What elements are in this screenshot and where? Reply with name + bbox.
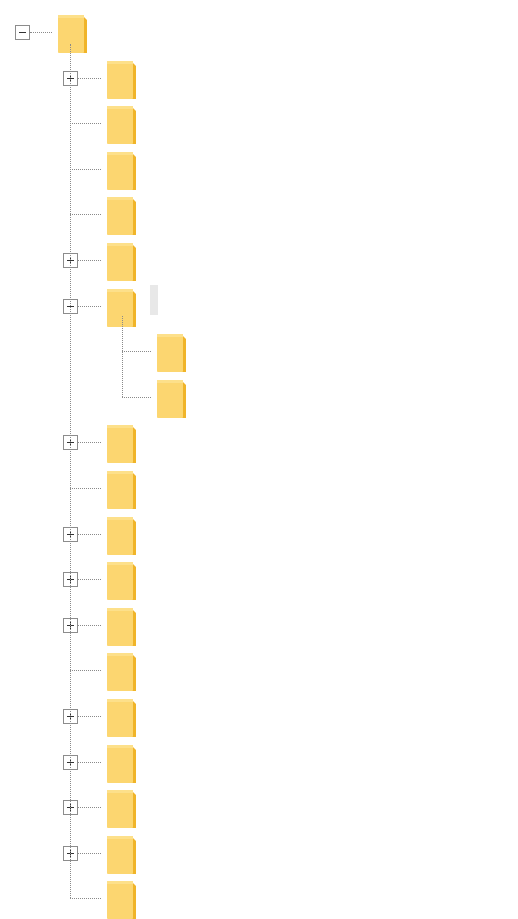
- folder-icon: [155, 376, 189, 418]
- tree-node-includes[interactable]: [0, 467, 518, 509]
- tree-node-images[interactable]: [0, 421, 518, 463]
- expand-plus-icon[interactable]: [63, 253, 78, 268]
- expand-plus-icon[interactable]: [63, 71, 78, 86]
- tree-node-cli[interactable]: [0, 193, 518, 235]
- tree-node-libraries[interactable]: [0, 604, 518, 646]
- collapse-minus-icon[interactable]: [15, 25, 30, 40]
- folder-icon: [105, 558, 139, 600]
- tree-node-label[interactable]: [150, 513, 158, 543]
- tree-node-tmp[interactable]: [0, 877, 518, 919]
- expand-plus-icon[interactable]: [63, 618, 78, 633]
- folder-icon: [105, 604, 139, 646]
- folder-tree: [0, 0, 518, 919]
- expand-plus-icon[interactable]: [63, 435, 78, 450]
- tree-node-datenschutzerklaerung[interactable]: [0, 330, 518, 372]
- tree-node-label[interactable]: [150, 741, 158, 771]
- tree-node-cache[interactable]: [0, 148, 518, 190]
- folder-icon: [105, 786, 139, 828]
- collapse-minus-icon[interactable]: [63, 299, 78, 314]
- tree-node-label[interactable]: [150, 786, 158, 816]
- folder-icon: [105, 649, 139, 691]
- folder-icon: [105, 148, 139, 190]
- folder-icon: [105, 513, 139, 555]
- folder-icon: [105, 57, 139, 99]
- tree-node-files[interactable]: [0, 285, 518, 327]
- folder-icon: [105, 193, 139, 235]
- tree-node-layouts[interactable]: [0, 558, 518, 600]
- folder-icon: [105, 741, 139, 783]
- folder-icon: [56, 11, 90, 53]
- tree-node-components[interactable]: [0, 239, 518, 281]
- tree-node-label[interactable]: [150, 148, 158, 178]
- tree-node-administrator[interactable]: [0, 57, 518, 99]
- expand-plus-icon[interactable]: [63, 755, 78, 770]
- folder-icon: [105, 285, 139, 327]
- tree-node-logs[interactable]: [0, 649, 518, 691]
- tree-node-label[interactable]: [150, 193, 158, 223]
- expand-plus-icon[interactable]: [63, 800, 78, 815]
- expand-plus-icon[interactable]: [63, 527, 78, 542]
- tree-node-label[interactable]: [150, 421, 158, 451]
- tree-node-label[interactable]: [150, 102, 158, 132]
- tree-node-bin[interactable]: [0, 102, 518, 144]
- folder-icon: [105, 467, 139, 509]
- tree-node-media[interactable]: [0, 695, 518, 737]
- tree-node-label[interactable]: [150, 467, 158, 497]
- expand-plus-icon[interactable]: [63, 846, 78, 861]
- tree-node-label[interactable]: [150, 558, 158, 588]
- tree-node-label[interactable]: [200, 330, 208, 360]
- tree-node-label[interactable]: [150, 695, 158, 725]
- tree-node-label[interactable]: [150, 877, 158, 907]
- tree-node-modules[interactable]: [0, 741, 518, 783]
- tree-node-root[interactable]: [0, 11, 518, 53]
- folder-icon: [105, 239, 139, 281]
- folder-icon: [105, 877, 139, 919]
- tree-node-language[interactable]: [0, 513, 518, 555]
- tree-node-plugins[interactable]: [0, 786, 518, 828]
- tree-node-templates[interactable]: [0, 832, 518, 874]
- tree-node-kunde-kortun[interactable]: [0, 376, 518, 418]
- tree-node-label[interactable]: [150, 57, 158, 87]
- tree-node-label[interactable]: [150, 604, 158, 634]
- tree-node-label[interactable]: [150, 832, 158, 862]
- folder-icon: [105, 421, 139, 463]
- tree-node-label[interactable]: [150, 285, 158, 315]
- tree-node-label[interactable]: [104, 11, 112, 41]
- tree-node-label[interactable]: [200, 376, 208, 406]
- folder-icon: [105, 102, 139, 144]
- expand-plus-icon[interactable]: [63, 572, 78, 587]
- expand-plus-icon[interactable]: [63, 709, 78, 724]
- folder-icon: [105, 832, 139, 874]
- folder-icon: [105, 695, 139, 737]
- tree-node-label[interactable]: [150, 239, 158, 269]
- folder-icon: [155, 330, 189, 372]
- tree-node-label[interactable]: [150, 649, 158, 679]
